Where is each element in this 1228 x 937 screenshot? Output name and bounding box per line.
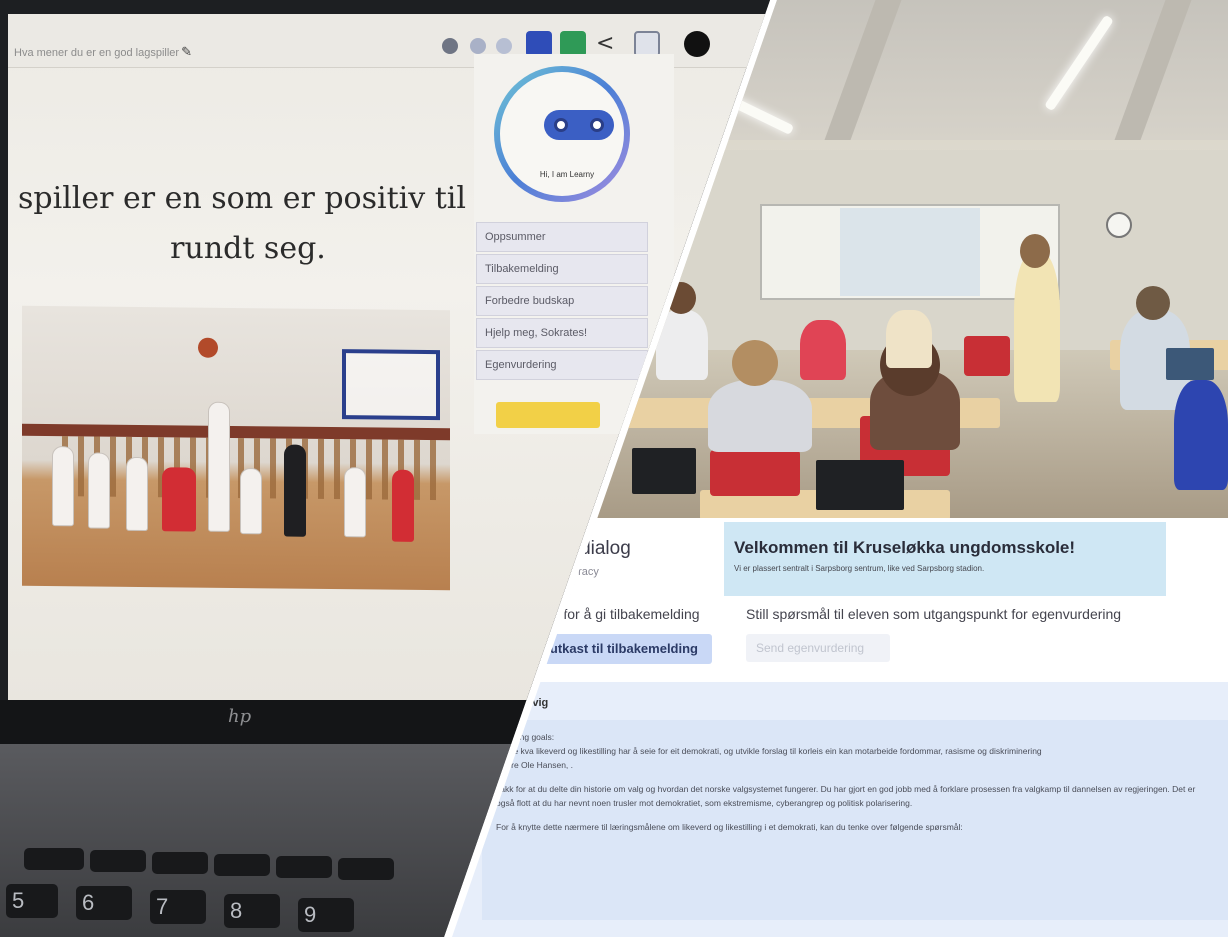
hp-logo: hp: [228, 706, 252, 727]
student-head: [666, 282, 696, 314]
projected-screen: [840, 208, 980, 296]
function-key: [276, 856, 332, 878]
student-laptop: [632, 448, 696, 494]
player: [208, 401, 230, 532]
coach-button-socrates[interactable]: Hjelp meg, Sokrates!: [476, 318, 648, 348]
student: [1174, 380, 1228, 490]
student-laptop: [1166, 348, 1214, 380]
slide-text-line-2: rundt seg.: [170, 231, 326, 266]
robot-eye-left: [554, 118, 568, 132]
player: [88, 452, 110, 529]
record-icon[interactable]: [442, 38, 458, 54]
robot-eye-right: [590, 118, 604, 132]
page-subtitle: eracy: [572, 566, 599, 578]
teacher: [1014, 252, 1060, 402]
chair: [710, 450, 800, 496]
teacher-head: [1020, 234, 1050, 268]
function-key: [24, 848, 84, 870]
coach-button-self-assessment[interactable]: Egenvurdering: [476, 350, 648, 380]
student-head: [1136, 286, 1170, 320]
student-head: [732, 340, 778, 386]
student: [800, 320, 846, 380]
welcome-subtitle: Vi er plassert sentralt i Sarpsborg sent…: [734, 564, 985, 573]
learning-goal-text: drøfte kva likeverd og likestilling har …: [496, 746, 1042, 756]
function-key: [338, 858, 394, 880]
slide-title-input[interactable]: Hva mener du er en god lagspiller ✎: [14, 44, 192, 60]
coach-action-button[interactable]: [496, 402, 600, 428]
student-laptop: [816, 460, 904, 510]
basketball: [198, 337, 218, 358]
welcome-title: Velkommen til Kruseløkka ungdomsskole!: [734, 538, 1076, 557]
key-9: 9: [298, 898, 354, 932]
welcome-banner: Velkommen til Kruseløkka ungdomsskole! V…: [724, 522, 1166, 596]
feedback-paragraph: For å knytte dette nærmere til læringsmå…: [496, 822, 963, 832]
student: [886, 310, 932, 368]
student: [708, 380, 812, 452]
greeting: Kjære Ole Hansen, .: [496, 760, 574, 770]
learning-goals-label: Learning goals:: [496, 732, 555, 742]
feedback-paragraph: Takk for at du delte din historie om val…: [496, 784, 1196, 808]
users-icon[interactable]: [496, 38, 512, 54]
send-self-assessment-button[interactable]: Send egenvurdering: [746, 634, 890, 662]
slide-body-text: spiller er en som er positiv til rundt s…: [8, 174, 528, 274]
player: [126, 456, 148, 532]
key-5: 5: [6, 884, 58, 918]
wall-clock: [1106, 212, 1132, 238]
user-icon[interactable]: [470, 38, 486, 54]
coach-button-summarize[interactable]: Oppsummer: [476, 222, 648, 252]
player: [52, 446, 74, 527]
slide-text-line-1: spiller er en som er positiv til: [18, 181, 466, 216]
basketball-photo: [22, 305, 450, 591]
referee: [284, 444, 306, 537]
function-key: [214, 854, 270, 876]
player: [344, 467, 366, 538]
function-key: [152, 852, 208, 874]
key-7: 7: [150, 890, 206, 924]
generate-draft-button[interactable]: er utkast til tilbakemelding: [524, 634, 712, 664]
key-8: 8: [224, 894, 280, 928]
robot-caption: Hi, I am Learny: [539, 170, 595, 179]
player: [162, 467, 196, 532]
coach-button-improve-message[interactable]: Forbedre budskap: [476, 286, 648, 316]
basketball-backboard: [342, 349, 440, 421]
self-assessment-section-label: Still spørsmål til eleven som utgangspun…: [746, 606, 1122, 622]
feedback-section-label: rny for å gi tilbakemelding: [540, 606, 700, 622]
pencil-icon[interactable]: ✎: [181, 44, 192, 59]
coach-button-feedback[interactable]: Tilbakemelding: [476, 254, 648, 284]
student: [656, 310, 708, 380]
chair: [964, 336, 1010, 376]
slide-title-text: Hva mener du er en god lagspiller: [14, 47, 180, 59]
function-key: [90, 850, 146, 872]
key-6: 6: [76, 886, 132, 920]
player: [392, 469, 414, 542]
grid-icon[interactable]: [684, 31, 710, 57]
player: [240, 468, 262, 535]
feedback-text-area[interactable]: Learning goals: drøfte kva likeverd og l…: [482, 720, 1228, 920]
